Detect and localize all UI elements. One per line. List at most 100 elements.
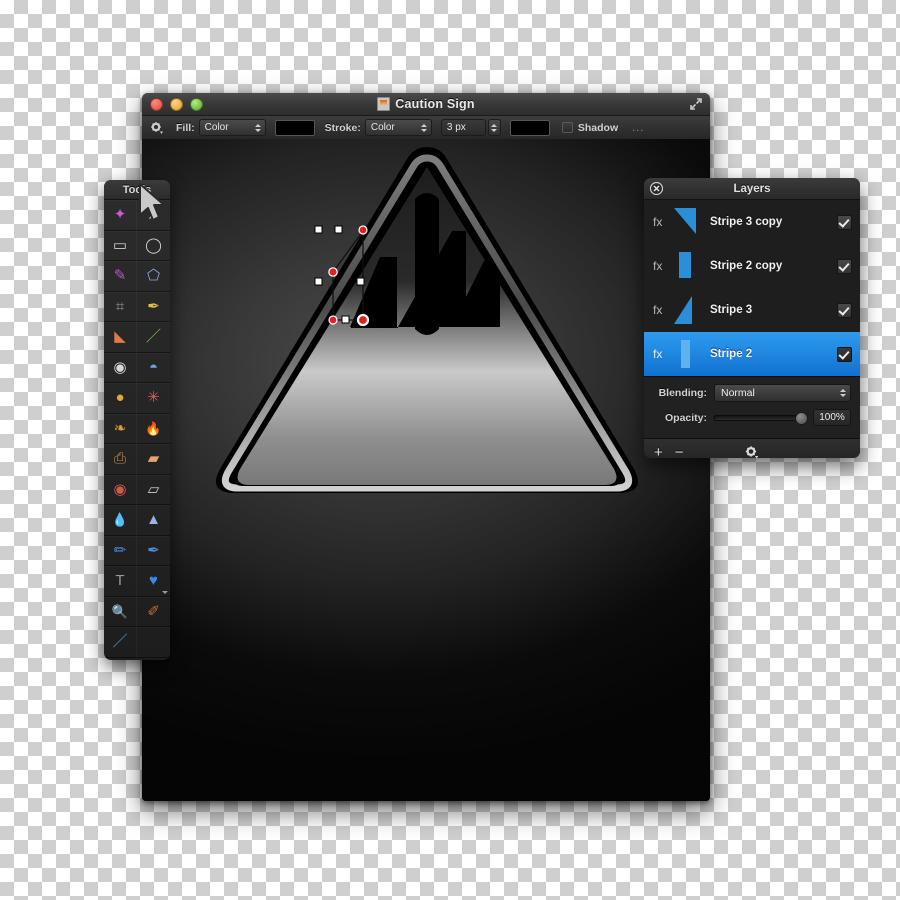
paintbrush-tool[interactable]: ／ (137, 322, 170, 353)
layer-row[interactable]: fx Stripe 3 copy (644, 200, 860, 244)
pencil-tool[interactable]: ✏ (104, 535, 137, 566)
document-image-icon[interactable] (377, 97, 391, 111)
stroke-width-stepper[interactable] (487, 119, 501, 136)
water-drop-tool-glyph: 💧 (111, 512, 129, 528)
gradient-cone-tool[interactable]: ▲ (137, 505, 170, 536)
layer-fx-badge[interactable]: fx (653, 303, 670, 317)
eraser-tool-glyph: ◣ (114, 328, 126, 346)
layer-name: Stripe 3 copy (710, 216, 783, 228)
layer-thumbnail (679, 252, 691, 278)
layer-name: Stripe 2 (710, 348, 753, 360)
clone-stamp-tool[interactable]: ⎙ (104, 444, 137, 475)
opacity-value-input[interactable]: 100% (813, 409, 851, 426)
caution-sign-artwork (216, 147, 638, 493)
gear-icon[interactable] (745, 445, 760, 459)
color-splash-tool[interactable]: ✳ (137, 383, 170, 414)
stroke-type-select[interactable]: Color (364, 119, 432, 136)
brush-stroke-tool[interactable]: ／ (104, 627, 137, 658)
fill-label: Fill: (176, 121, 195, 134)
fill-color-swatch[interactable] (274, 119, 315, 136)
blending-mode-select[interactable]: Normal (714, 384, 851, 402)
magic-wand-tool[interactable]: ✦ (104, 200, 137, 231)
document-window: Caution Sign Fill: Color Stroke: Color 3… (142, 93, 710, 801)
clone-stamp-tool-glyph: ⎙ (113, 450, 126, 468)
bandage-healing-tool[interactable]: ▰ (137, 444, 170, 475)
rectangular-marquee-tool-glyph: ▭ (112, 236, 128, 254)
layer-row[interactable]: fx Stripe 2 (644, 332, 860, 376)
layer-name: Stripe 3 (710, 304, 753, 316)
chevron-updown-icon (420, 123, 429, 132)
smudge-tool[interactable]: ❧ (104, 413, 137, 444)
layers-panel-title: Layers (733, 182, 771, 195)
camera-effects-tool[interactable]: ◉ (104, 352, 137, 383)
gradient-cone-tool-glyph: ▲ (146, 511, 161, 529)
tool-cell-empty (137, 627, 170, 658)
fill-type-value: Color (204, 122, 229, 133)
close-circle-icon[interactable] (650, 182, 663, 195)
blending-label: Blending: (658, 387, 707, 399)
red-eye-tool[interactable]: ◉ (104, 474, 137, 505)
crop-tool-glyph: ⌗ (115, 297, 125, 315)
ink-pen-tool[interactable]: ✒ (137, 536, 170, 566)
magic-wand-tool-glyph: ✦ (113, 206, 127, 224)
rectangular-marquee-tool[interactable]: ▭ (104, 230, 137, 261)
tool-options-triangle-icon (162, 590, 168, 594)
blur-flame-tool[interactable]: 🔥 (137, 414, 170, 444)
more-options-button[interactable]: ... (632, 122, 644, 134)
eraser-tool[interactable]: ◣ (104, 322, 137, 353)
tool-grid: ✦ ➤ ▭ ◯ ✎ ⬠ ⌗ ✒ ◣ ／ ◉ ◓ ● ✳ ❧ 🔥 ⎙ ▰ ◉ ▱ 💧 ▲ ✏ ✒ T ♥ 🔍 ✐ ／ (104, 200, 170, 658)
layer-visibility-checkbox[interactable] (837, 214, 852, 230)
fullscreen-expand-icon[interactable] (689, 97, 703, 111)
move-selection-tool-glyph: ➤ (147, 206, 160, 224)
camera-effects-tool-glyph: ◉ (113, 358, 127, 376)
text-tool[interactable]: T (104, 566, 137, 597)
stroke-label: Stroke: (324, 121, 361, 134)
paint-bucket-tool[interactable]: ◓ (137, 353, 170, 383)
brush-stroke-tool-glyph: ／ (112, 633, 128, 651)
layer-thumbnail (674, 208, 696, 234)
fill-type-select[interactable]: Color (198, 119, 266, 136)
shadow-checkbox[interactable] (561, 122, 573, 133)
blur-flame-tool-glyph: 🔥 (145, 420, 162, 436)
layer-fx-badge[interactable]: fx (653, 347, 670, 361)
move-selection-tool[interactable]: ➤ (137, 200, 170, 231)
bandage-healing-tool-glyph: ▰ (147, 450, 160, 468)
opacity-slider[interactable] (714, 411, 808, 425)
shape-heart-tool[interactable]: ♥ (137, 566, 170, 597)
zoom-tool-glyph: 🔍 (111, 603, 129, 619)
shadow-label: Shadow (577, 121, 619, 134)
layer-visibility-checkbox[interactable] (837, 258, 852, 274)
burn-dodge-tool[interactable]: ● (104, 383, 137, 414)
pen-tool-glyph: ✒ (147, 297, 160, 315)
crop-tool[interactable]: ⌗ (104, 291, 137, 322)
layer-visibility-checkbox[interactable] (837, 346, 852, 362)
polygon-lasso-tool[interactable]: ⬠ (137, 261, 170, 292)
layer-fx-badge[interactable]: fx (653, 215, 670, 229)
layer-fx-badge[interactable]: fx (653, 259, 670, 273)
pen-tool[interactable]: ✒ (137, 292, 170, 322)
water-drop-tool[interactable]: 💧 (104, 505, 137, 536)
opacity-slider-knob[interactable] (795, 411, 808, 425)
layer-row[interactable]: fx Stripe 3 (644, 288, 860, 332)
remove-layer-button[interactable]: − (675, 445, 684, 459)
blending-mode-value: Normal (721, 387, 755, 399)
elliptical-marquee-tool[interactable]: ◯ (137, 231, 170, 261)
freehand-selection-tool[interactable]: ✎ (104, 261, 137, 292)
layer-visibility-checkbox[interactable] (837, 302, 852, 318)
eyedropper-tool[interactable]: ✐ (137, 597, 170, 627)
zoom-tool[interactable]: 🔍 (104, 596, 137, 627)
layer-name: Stripe 2 copy (710, 260, 783, 272)
eyedropper-tool-glyph: ✐ (147, 602, 160, 620)
add-layer-button[interactable]: + (654, 445, 663, 459)
document-toolbar: Fill: Color Stroke: Color 3 px Shadow ..… (142, 116, 710, 140)
pencil-tool-glyph: ✏ (113, 541, 127, 559)
layer-row[interactable]: fx Stripe 2 copy (644, 244, 860, 288)
canvas-area[interactable] (142, 139, 710, 801)
opacity-label: Opacity: (664, 411, 707, 424)
smudge-tool-glyph: ❧ (113, 419, 127, 437)
window-titlebar[interactable]: Caution Sign (142, 93, 710, 116)
gear-icon[interactable] (150, 121, 164, 135)
stroke-color-swatch[interactable] (509, 119, 550, 136)
eraser-block-tool[interactable]: ▱ (137, 475, 170, 505)
stroke-width-input[interactable]: 3 px (440, 119, 486, 136)
